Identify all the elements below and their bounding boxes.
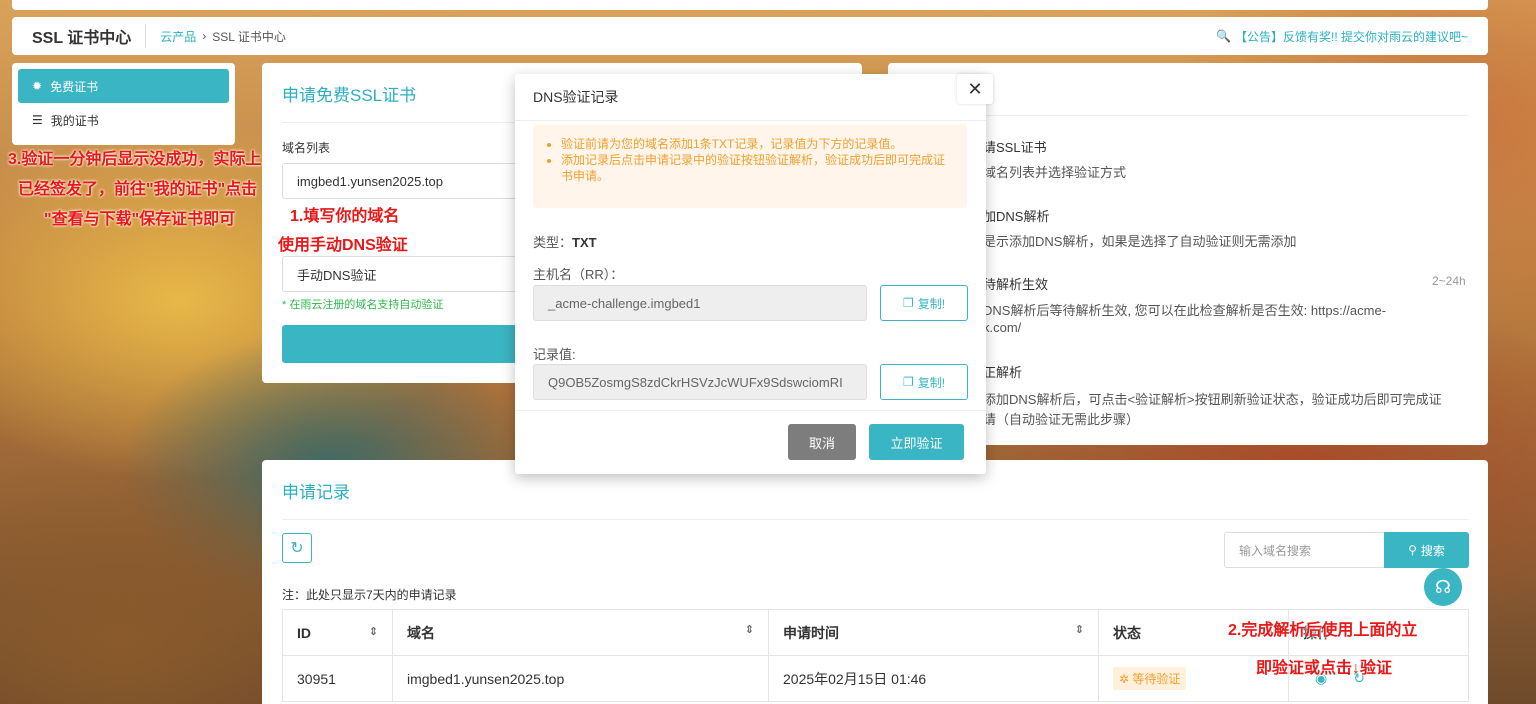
sort-icon[interactable]: ⇕ xyxy=(1075,623,1084,636)
alert-line: 验证前请为您的域名添加1条TXT记录，记录值为下方的记录值。 xyxy=(561,136,953,152)
breadcrumb-separator: › xyxy=(202,29,207,43)
auto-verify-hint: * 在雨云注册的域名支持自动验证 xyxy=(282,299,444,311)
annotation-step-3b: 已经签发了，前往"我的证书"点击 xyxy=(18,181,258,198)
search-button[interactable]: ⚲ 搜索 xyxy=(1384,532,1469,568)
domain-list-label: 域名列表 xyxy=(282,141,331,155)
cancel-button[interactable]: 取消 xyxy=(788,424,856,460)
sidebar-item-my-certs[interactable]: ☰ 我的证书 xyxy=(18,103,229,137)
record-type-value: TXT xyxy=(572,235,597,250)
copy-icon: ❐ xyxy=(902,375,914,389)
headset-icon: ☊ xyxy=(1435,576,1451,597)
modal-footer-divider xyxy=(515,410,986,411)
copy-label: 复制! xyxy=(917,296,946,311)
record-type: 类型：TXT xyxy=(533,232,597,251)
breadcrumb-link-cloud[interactable]: 云产品 xyxy=(160,28,196,45)
cell-time: 2025年02月15日 01:46 xyxy=(768,655,1099,702)
modal-alert: 验证前请为您的域名添加1条TXT记录，记录值为下方的记录值。 添加记录后点击申请… xyxy=(533,124,967,208)
guide-step-4: 正解析 xyxy=(983,365,1023,380)
copy-label: 复制! xyxy=(917,375,946,390)
copy-host-button[interactable]: ❐ 复制! xyxy=(880,285,968,321)
column-header-time[interactable]: 申请时间 ⇕ xyxy=(768,609,1099,656)
sidebar-item-label: 我的证书 xyxy=(50,113,99,128)
support-chat-button[interactable]: ☊ xyxy=(1424,568,1462,606)
guide-step-3-desc: DNS解析后等待解析生效, 您可以在此检查解析是否生效: https://acm… xyxy=(983,303,1387,318)
announcement-link[interactable]: 🔍 【公告】反馈有奖!! 提交你对雨云的建议吧~ xyxy=(1216,28,1468,45)
copy-value-button[interactable]: ❐ 复制! xyxy=(880,364,968,400)
annotation-step-2b: 即验证或点击↓验证 xyxy=(1256,660,1393,677)
annotation-step-3: 3.验证一分钟后显示没成功，实际上 xyxy=(8,151,262,168)
status-badge-label: 等待验证 xyxy=(1132,672,1181,686)
sidebar-item-label: 免费证书 xyxy=(50,79,99,94)
cell-id: 30951 xyxy=(282,655,393,702)
guide-step-2-desc: 是示添加DNS解析，如果是选择了自动验证则无需添加 xyxy=(983,234,1297,249)
list-icon: ☰ xyxy=(32,113,43,127)
column-header-label: ID xyxy=(297,624,311,641)
column-header-label: 申请时间 xyxy=(783,624,839,641)
brand-title: SSL 证书中心 xyxy=(32,24,147,48)
guide-step-3: 待解析生效 xyxy=(983,277,1049,292)
copy-icon: ❐ xyxy=(902,296,914,310)
record-value-label: 记录值: xyxy=(533,347,576,362)
annotation-step-2: 2.完成解析后使用上面的立 xyxy=(1228,622,1418,639)
record-value-field[interactable]: Q9OB5ZosmgS8zdCkrHSVzJcWUFx9SdswciomRI xyxy=(533,364,867,400)
search-icon: ⚲ xyxy=(1408,543,1417,557)
divider xyxy=(908,115,1468,116)
breadcrumb-current: SSL 证书中心 xyxy=(212,29,286,44)
dns-verify-modal: DNS验证记录 ✕ 验证前请为您的域名添加1条TXT记录，记录值为下方的记录值。… xyxy=(515,74,993,474)
alert-line: 添加记录后点击申请记录中的验证按钮验证解析，验证成功后即可完成证书申请。 xyxy=(561,152,953,184)
annotation-step-1b: 使用手动DNS验证 xyxy=(278,237,408,254)
modal-title: DNS验证记录 xyxy=(515,74,986,121)
record-type-label: 类型： xyxy=(533,235,573,250)
domain-search-input[interactable]: 输入域名搜索 xyxy=(1224,532,1386,568)
verify-now-button[interactable]: 立即验证 xyxy=(869,424,964,460)
breadcrumb: 云产品 › SSL 证书中心 xyxy=(160,28,286,45)
refresh-button[interactable]: ↻ xyxy=(282,533,312,563)
guide-step-2: 加DNS解析 xyxy=(983,209,1050,224)
annotation-step-3c: "查看与下载"保存证书即可 xyxy=(44,211,236,228)
megaphone-icon: 🔍 xyxy=(1216,29,1231,43)
page-header: SSL 证书中心 云产品 › SSL 证书中心 🔍 【公告】反馈有奖!! 提交你… xyxy=(12,17,1488,55)
guide-step-4-desc-2: 请（自动验证无需此步骤） xyxy=(983,412,1140,427)
column-header-domain[interactable]: 域名 ⇕ xyxy=(392,609,769,656)
column-header-id[interactable]: ID ⇕ xyxy=(282,609,393,656)
announcement-text: 【公告】反馈有奖!! 提交你对雨云的建议吧~ xyxy=(1234,29,1468,44)
column-header-label: 状态 xyxy=(1113,624,1141,641)
status-badge: ✲ 等待验证 xyxy=(1113,667,1187,690)
refresh-icon: ↻ xyxy=(290,540,304,557)
guide-step-1-desc: 域名列表并选择验证方式 xyxy=(983,165,1127,180)
sidebar: ✹ 免费证书 ☰ 我的证书 xyxy=(12,63,235,145)
sidebar-item-free-cert[interactable]: ✹ 免费证书 xyxy=(18,69,229,103)
column-header-label: 域名 xyxy=(407,624,435,641)
sort-icon[interactable]: ⇕ xyxy=(369,625,378,638)
search-button-label: 搜索 xyxy=(1420,543,1445,558)
top-strip xyxy=(12,0,1488,10)
guide-step-1: 请SSL证书 xyxy=(983,140,1047,155)
gear-icon: ✹ xyxy=(32,79,43,93)
guide-step-3-time: 2~24h xyxy=(1432,274,1466,288)
records-note: 注：此处只显示7天内的申请记录 xyxy=(282,588,457,602)
sort-icon[interactable]: ⇕ xyxy=(745,623,754,636)
modal-close-button[interactable]: ✕ xyxy=(957,74,993,104)
guide-step-3-desc-2: k.com/ xyxy=(983,320,1022,335)
guide-step-4-desc: 添加DNS解析后，可点击<验证解析>按钮刷新验证状态，验证成功后即可完成证 xyxy=(983,392,1442,407)
host-value-field[interactable]: _acme-challenge.imgbed1 xyxy=(533,285,867,321)
host-label: 主机名（RR）： xyxy=(533,267,624,282)
cell-domain: imgbed1.yunsen2025.top xyxy=(392,655,769,702)
divider xyxy=(282,519,1468,520)
annotation-step-1: 1.填写你的域名 xyxy=(290,208,400,225)
